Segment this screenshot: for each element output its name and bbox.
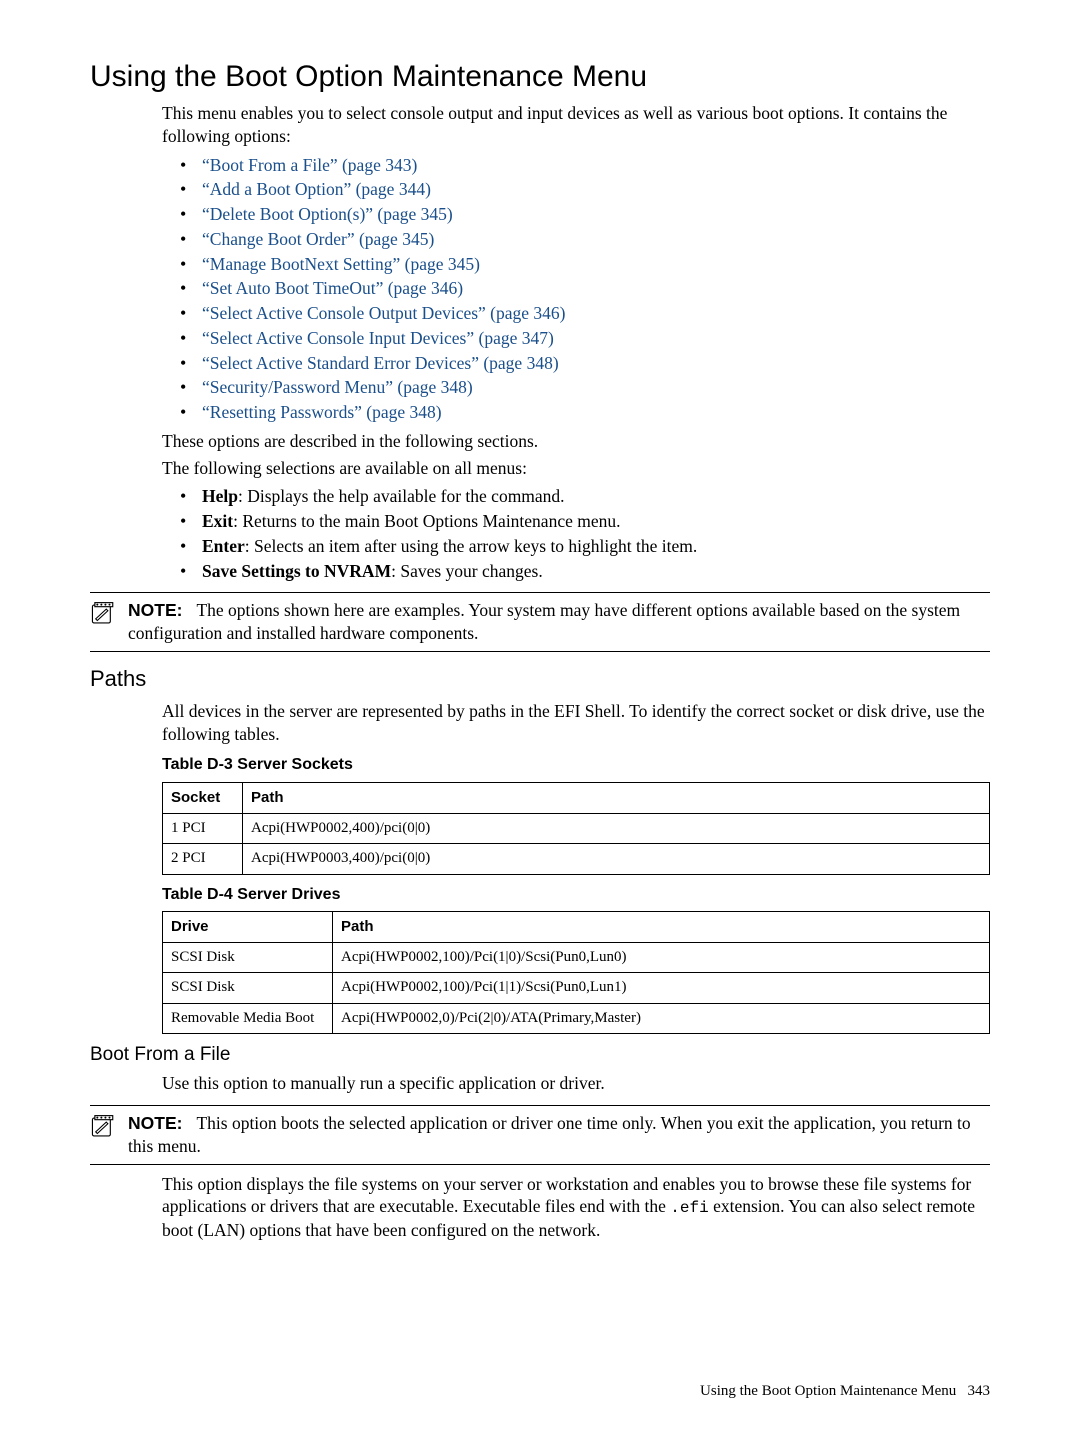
intro-paragraph: This menu enables you to select console … xyxy=(162,102,990,148)
toc-link[interactable]: “Manage BootNext Setting” (page 345) xyxy=(202,254,480,274)
table-header: Drive xyxy=(163,912,333,943)
table-cell: Removable Media Boot xyxy=(163,1003,333,1034)
note-body: This option boots the selected applicati… xyxy=(128,1113,971,1156)
table-cell: 2 PCI xyxy=(163,844,243,875)
menu-commands-list: Help: Displays the help available for th… xyxy=(180,485,990,582)
toc-item[interactable]: “Select Active Standard Error Devices” (… xyxy=(180,352,990,375)
toc-link[interactable]: “Security/Password Menu” (page 348) xyxy=(202,377,473,397)
paths-content: All devices in the server are represente… xyxy=(162,700,990,1035)
note-text: NOTE:The options shown here are examples… xyxy=(128,599,990,645)
toc-link[interactable]: “Change Boot Order” (page 345) xyxy=(202,229,434,249)
table-header: Path xyxy=(333,912,990,943)
note-icon xyxy=(90,601,116,627)
table-cell: Acpi(HWP0002,100)/Pci(1|0)/Scsi(Pun0,Lun… xyxy=(333,942,990,973)
toc-link[interactable]: “Add a Boot Option” (page 344) xyxy=(202,179,431,199)
cmd-label: Help xyxy=(202,486,238,506)
toc-item[interactable]: “Add a Boot Option” (page 344) xyxy=(180,178,990,201)
menu-command-item: Help: Displays the help available for th… xyxy=(180,485,990,508)
boot-file-paragraph: This option displays the file systems on… xyxy=(162,1173,990,1242)
boot-from-file-content: Use this option to manually run a specif… xyxy=(162,1072,990,1095)
table-caption: Table D-3 Server Sockets xyxy=(162,755,990,776)
toc-list: “Boot From a File” (page 343) “Add a Boo… xyxy=(180,154,990,424)
table-header: Socket xyxy=(163,783,243,814)
toc-item[interactable]: “Resetting Passwords” (page 348) xyxy=(180,401,990,424)
note-block: NOTE:The options shown here are examples… xyxy=(90,592,990,652)
note-label: NOTE: xyxy=(128,1113,182,1133)
table-row: 1 PCI Acpi(HWP0002,400)/pci(0|0) xyxy=(163,813,990,844)
toc-item[interactable]: “Manage BootNext Setting” (page 345) xyxy=(180,253,990,276)
cmd-text: : Saves your changes. xyxy=(391,561,543,581)
paths-heading: Paths xyxy=(90,666,990,692)
menu-command-item: Exit: Returns to the main Boot Options M… xyxy=(180,510,990,533)
menu-command-item: Save Settings to NVRAM: Saves your chang… xyxy=(180,560,990,583)
toc-link[interactable]: “Boot From a File” (page 343) xyxy=(202,155,417,175)
file-extension: .efi xyxy=(670,1199,708,1217)
table-cell: Acpi(HWP0003,400)/pci(0|0) xyxy=(243,844,990,875)
toc-item[interactable]: “Select Active Console Output Devices” (… xyxy=(180,302,990,325)
table-row: SCSI Disk Acpi(HWP0002,100)/Pci(1|1)/Scs… xyxy=(163,973,990,1004)
desc-paragraph: The following selections are available o… xyxy=(162,457,990,480)
boot-from-file-heading: Boot From a File xyxy=(90,1044,990,1066)
toc-link[interactable]: “Resetting Passwords” (page 348) xyxy=(202,402,442,422)
page-title: Using the Boot Option Maintenance Menu xyxy=(90,60,990,94)
table-row: SCSI Disk Acpi(HWP0002,100)/Pci(1|0)/Scs… xyxy=(163,942,990,973)
paths-intro: All devices in the server are represente… xyxy=(162,700,990,746)
table-cell: Acpi(HWP0002,100)/Pci(1|1)/Scsi(Pun0,Lun… xyxy=(333,973,990,1004)
table-cell: 1 PCI xyxy=(163,813,243,844)
table-cell: SCSI Disk xyxy=(163,973,333,1004)
footer-text: Using the Boot Option Maintenance Menu xyxy=(700,1383,956,1399)
cmd-text: : Returns to the main Boot Options Maint… xyxy=(233,511,620,531)
toc-item[interactable]: “Boot From a File” (page 343) xyxy=(180,154,990,177)
main-content: This menu enables you to select console … xyxy=(162,102,990,582)
cmd-text: : Displays the help available for the co… xyxy=(238,486,565,506)
table-cell: SCSI Disk xyxy=(163,942,333,973)
toc-item[interactable]: “Security/Password Menu” (page 348) xyxy=(180,376,990,399)
toc-item[interactable]: “Change Boot Order” (page 345) xyxy=(180,228,990,251)
note-label: NOTE: xyxy=(128,600,182,620)
boot-from-file-intro: Use this option to manually run a specif… xyxy=(162,1072,990,1095)
toc-item[interactable]: “Set Auto Boot TimeOut” (page 346) xyxy=(180,277,990,300)
cmd-text: : Selects an item after using the arrow … xyxy=(245,536,697,556)
toc-link[interactable]: “Select Active Console Output Devices” (… xyxy=(202,303,566,323)
toc-link[interactable]: “Set Auto Boot TimeOut” (page 346) xyxy=(202,278,463,298)
toc-item[interactable]: “Select Active Console Input Devices” (p… xyxy=(180,327,990,350)
table-row: Removable Media Boot Acpi(HWP0002,0)/Pci… xyxy=(163,1003,990,1034)
server-drives-table: Drive Path SCSI Disk Acpi(HWP0002,100)/P… xyxy=(162,911,990,1034)
page-footer: Using the Boot Option Maintenance Menu 3… xyxy=(700,1383,990,1400)
note-body: The options shown here are examples. You… xyxy=(128,600,960,643)
table-cell: Acpi(HWP0002,0)/Pci(2|0)/ATA(Primary,Mas… xyxy=(333,1003,990,1034)
table-caption: Table D-4 Server Drives xyxy=(162,885,990,906)
table-header: Path xyxy=(243,783,990,814)
toc-link[interactable]: “Select Active Standard Error Devices” (… xyxy=(202,353,559,373)
boot-from-file-details: This option displays the file systems on… xyxy=(162,1173,990,1242)
toc-link[interactable]: “Select Active Console Input Devices” (p… xyxy=(202,328,554,348)
cmd-label: Enter xyxy=(202,536,245,556)
cmd-label: Exit xyxy=(202,511,233,531)
note-block: NOTE:This option boots the selected appl… xyxy=(90,1105,990,1165)
note-icon xyxy=(90,1114,116,1140)
cmd-label: Save Settings to NVRAM xyxy=(202,561,391,581)
server-sockets-table: Socket Path 1 PCI Acpi(HWP0002,400)/pci(… xyxy=(162,782,990,875)
note-text: NOTE:This option boots the selected appl… xyxy=(128,1112,990,1158)
table-cell: Acpi(HWP0002,400)/pci(0|0) xyxy=(243,813,990,844)
footer-page: 343 xyxy=(968,1383,991,1399)
desc-paragraph: These options are described in the follo… xyxy=(162,430,990,453)
toc-link[interactable]: “Delete Boot Option(s)” (page 345) xyxy=(202,204,453,224)
table-row: 2 PCI Acpi(HWP0003,400)/pci(0|0) xyxy=(163,844,990,875)
toc-item[interactable]: “Delete Boot Option(s)” (page 345) xyxy=(180,203,990,226)
menu-command-item: Enter: Selects an item after using the a… xyxy=(180,535,990,558)
